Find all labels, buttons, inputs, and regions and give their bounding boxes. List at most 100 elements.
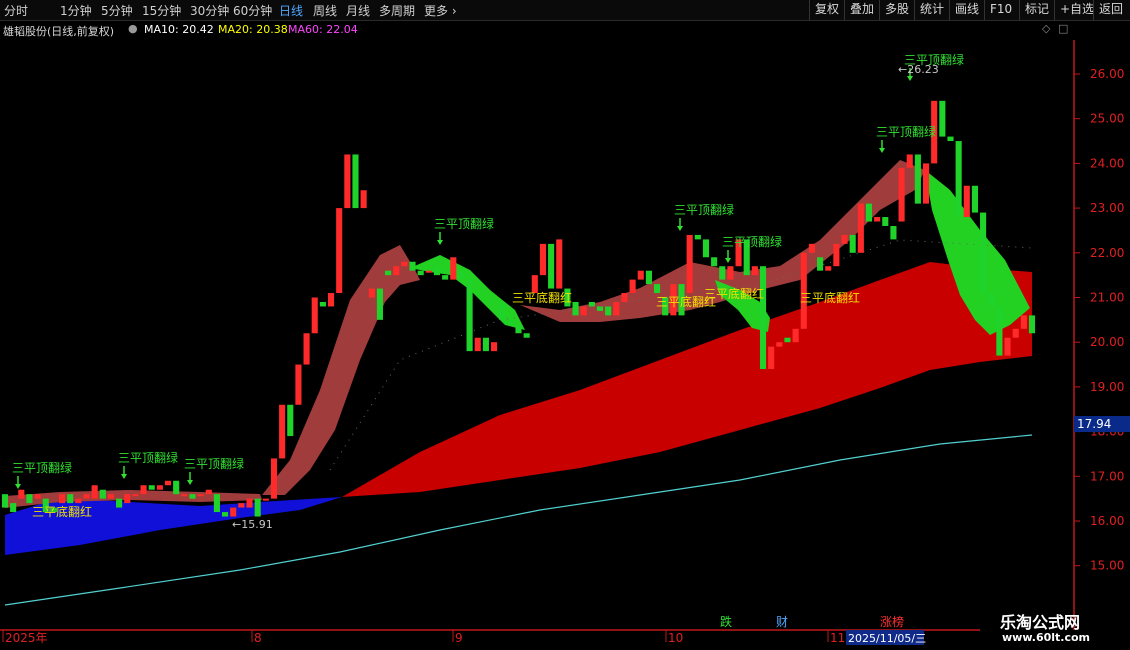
diamond-icon[interactable]: ◇ [1042, 22, 1050, 35]
event-marker: 涨榜 [880, 614, 904, 629]
period-multi[interactable]: 多周期 [379, 2, 415, 19]
candle-down [10, 503, 17, 513]
y-tick-label: 22.00 [1090, 246, 1124, 260]
more-label: 更多 [424, 4, 449, 18]
arrow-down-icon [677, 226, 683, 231]
candle-down [1028, 315, 1036, 334]
candle-up [857, 203, 864, 253]
period-weekly[interactable]: 周线 [313, 2, 337, 19]
candlestick-chart[interactable]: 跌财涨榜三平顶翻绿三平顶翻绿 三平顶翻绿三平顶翻绿三平顶翻绿三平顶翻绿三平顶翻绿三… [0, 40, 1130, 650]
y-tick-label: 20.00 [1090, 335, 1124, 349]
period-60min[interactable]: 60分钟 [233, 2, 272, 19]
candle-down [319, 301, 326, 307]
y-tick-label: 19.00 [1090, 380, 1124, 394]
candle-down [654, 284, 661, 294]
adjust-button[interactable]: 复权 [809, 0, 844, 20]
f10-button[interactable]: F10 [984, 0, 1017, 20]
candle-down [947, 136, 954, 142]
indicator-info-bar: 雄韬股份(日线,前复权) ● MA10: 20.42 MA20: 20.38 M… [0, 21, 1074, 39]
candle-up [792, 328, 799, 343]
candle-up [686, 234, 693, 294]
y-tick-label: 21.00 [1090, 291, 1124, 305]
candle-up [922, 163, 930, 204]
bottom-flip-label: 三平底翻红 [32, 504, 92, 519]
period-1min[interactable]: 1分钟 [60, 2, 92, 19]
candle-down [433, 266, 441, 276]
high-price-label: ←26.23 [898, 63, 939, 76]
candle-up [83, 494, 90, 499]
candle-up [963, 185, 970, 218]
statistics-button[interactable]: 统计 [914, 0, 949, 20]
candle-up [613, 301, 620, 316]
candle-up [833, 243, 840, 267]
candle-down [882, 217, 889, 226]
candle-up [124, 494, 131, 504]
period-5min[interactable]: 5分钟 [101, 2, 133, 19]
candle-up [238, 503, 245, 508]
ma60-value: MA60: 22.04 [288, 23, 358, 36]
x-tick-label: 10 [668, 631, 683, 645]
back-button[interactable]: 返回 [1093, 0, 1128, 20]
y-tick-label: 17.00 [1090, 469, 1124, 483]
candle-up [336, 208, 343, 294]
arrow-down-icon [437, 240, 443, 245]
mark-button[interactable]: 标记 [1019, 0, 1054, 20]
current-price-label: 17.94 [1077, 417, 1111, 431]
candle-down [507, 319, 514, 325]
candle-up [874, 217, 881, 222]
draw-line-button[interactable]: 画线 [949, 0, 984, 20]
candle-down [1, 494, 9, 508]
candle-down [588, 301, 595, 307]
window-icon[interactable]: □ [1058, 22, 1068, 35]
candle-down [222, 512, 229, 517]
y-tick-label: 16.00 [1090, 514, 1124, 528]
candle-down [955, 141, 962, 218]
candle-up [360, 190, 367, 209]
period-30min[interactable]: 30分钟 [190, 2, 229, 19]
candle-up [344, 154, 351, 209]
y-tick-label: 26.00 [1090, 67, 1124, 81]
candle-up [34, 494, 41, 499]
top-flip-label: 三平顶翻绿 [434, 216, 494, 231]
arrow-down-icon [187, 480, 193, 485]
candle-up [91, 485, 98, 499]
candle-up [825, 266, 832, 271]
period-15min[interactable]: 15分钟 [142, 2, 181, 19]
candle-up [197, 494, 204, 497]
bottom-flip-label: 三平底翻红 [800, 290, 860, 305]
candle-up [474, 337, 481, 352]
candle-up [401, 261, 408, 267]
period-monthly[interactable]: 月线 [346, 2, 370, 19]
candle-up [621, 293, 628, 302]
period-daily[interactable]: 日线 [279, 2, 303, 19]
bottom-flip-label: 三平底翻红 [512, 290, 572, 305]
multi-stock-button[interactable]: 多股 [879, 0, 914, 20]
candle-up [107, 494, 115, 499]
candle-up [311, 297, 318, 334]
candle-up [262, 498, 269, 501]
candle-down [409, 261, 416, 271]
candle-down [914, 154, 921, 204]
candle-up [450, 257, 457, 280]
event-marker: 财 [776, 615, 788, 629]
candle-up [295, 364, 302, 405]
candle-down [458, 270, 465, 280]
period-intraday[interactable]: 分时 [4, 2, 28, 19]
more-menu[interactable]: 更多 › [424, 2, 457, 19]
top-flip-label: 三平顶翻绿 [184, 456, 244, 471]
indicator-bands [4, 160, 1033, 606]
date-label: 2025/11/05/三 [848, 632, 926, 645]
overlay-button[interactable]: 叠加 [844, 0, 879, 20]
stock-title: 雄韬股份(日线,前复权) [3, 25, 115, 38]
candle-up [279, 404, 286, 459]
ma10-value: MA10: 20.42 [144, 23, 214, 36]
candle-down [702, 239, 710, 258]
top-flip-label: 三平顶翻绿 [118, 450, 178, 465]
candle-up [368, 288, 375, 298]
candle-down [548, 243, 555, 289]
candle-up [75, 498, 82, 504]
arrow-down-icon [15, 484, 21, 489]
chevron-down-icon[interactable]: ● [128, 22, 138, 35]
candle-up [156, 485, 163, 490]
candle-down [213, 494, 220, 513]
